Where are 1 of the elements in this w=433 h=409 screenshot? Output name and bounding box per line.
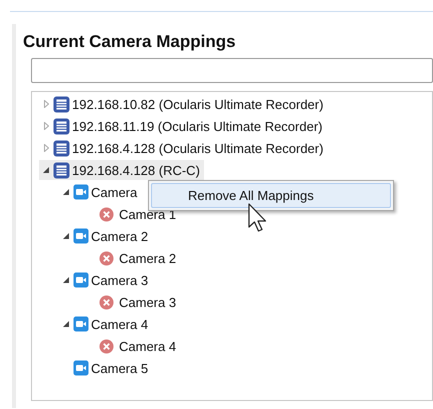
section-title: Current Camera Mappings — [23, 31, 237, 53]
